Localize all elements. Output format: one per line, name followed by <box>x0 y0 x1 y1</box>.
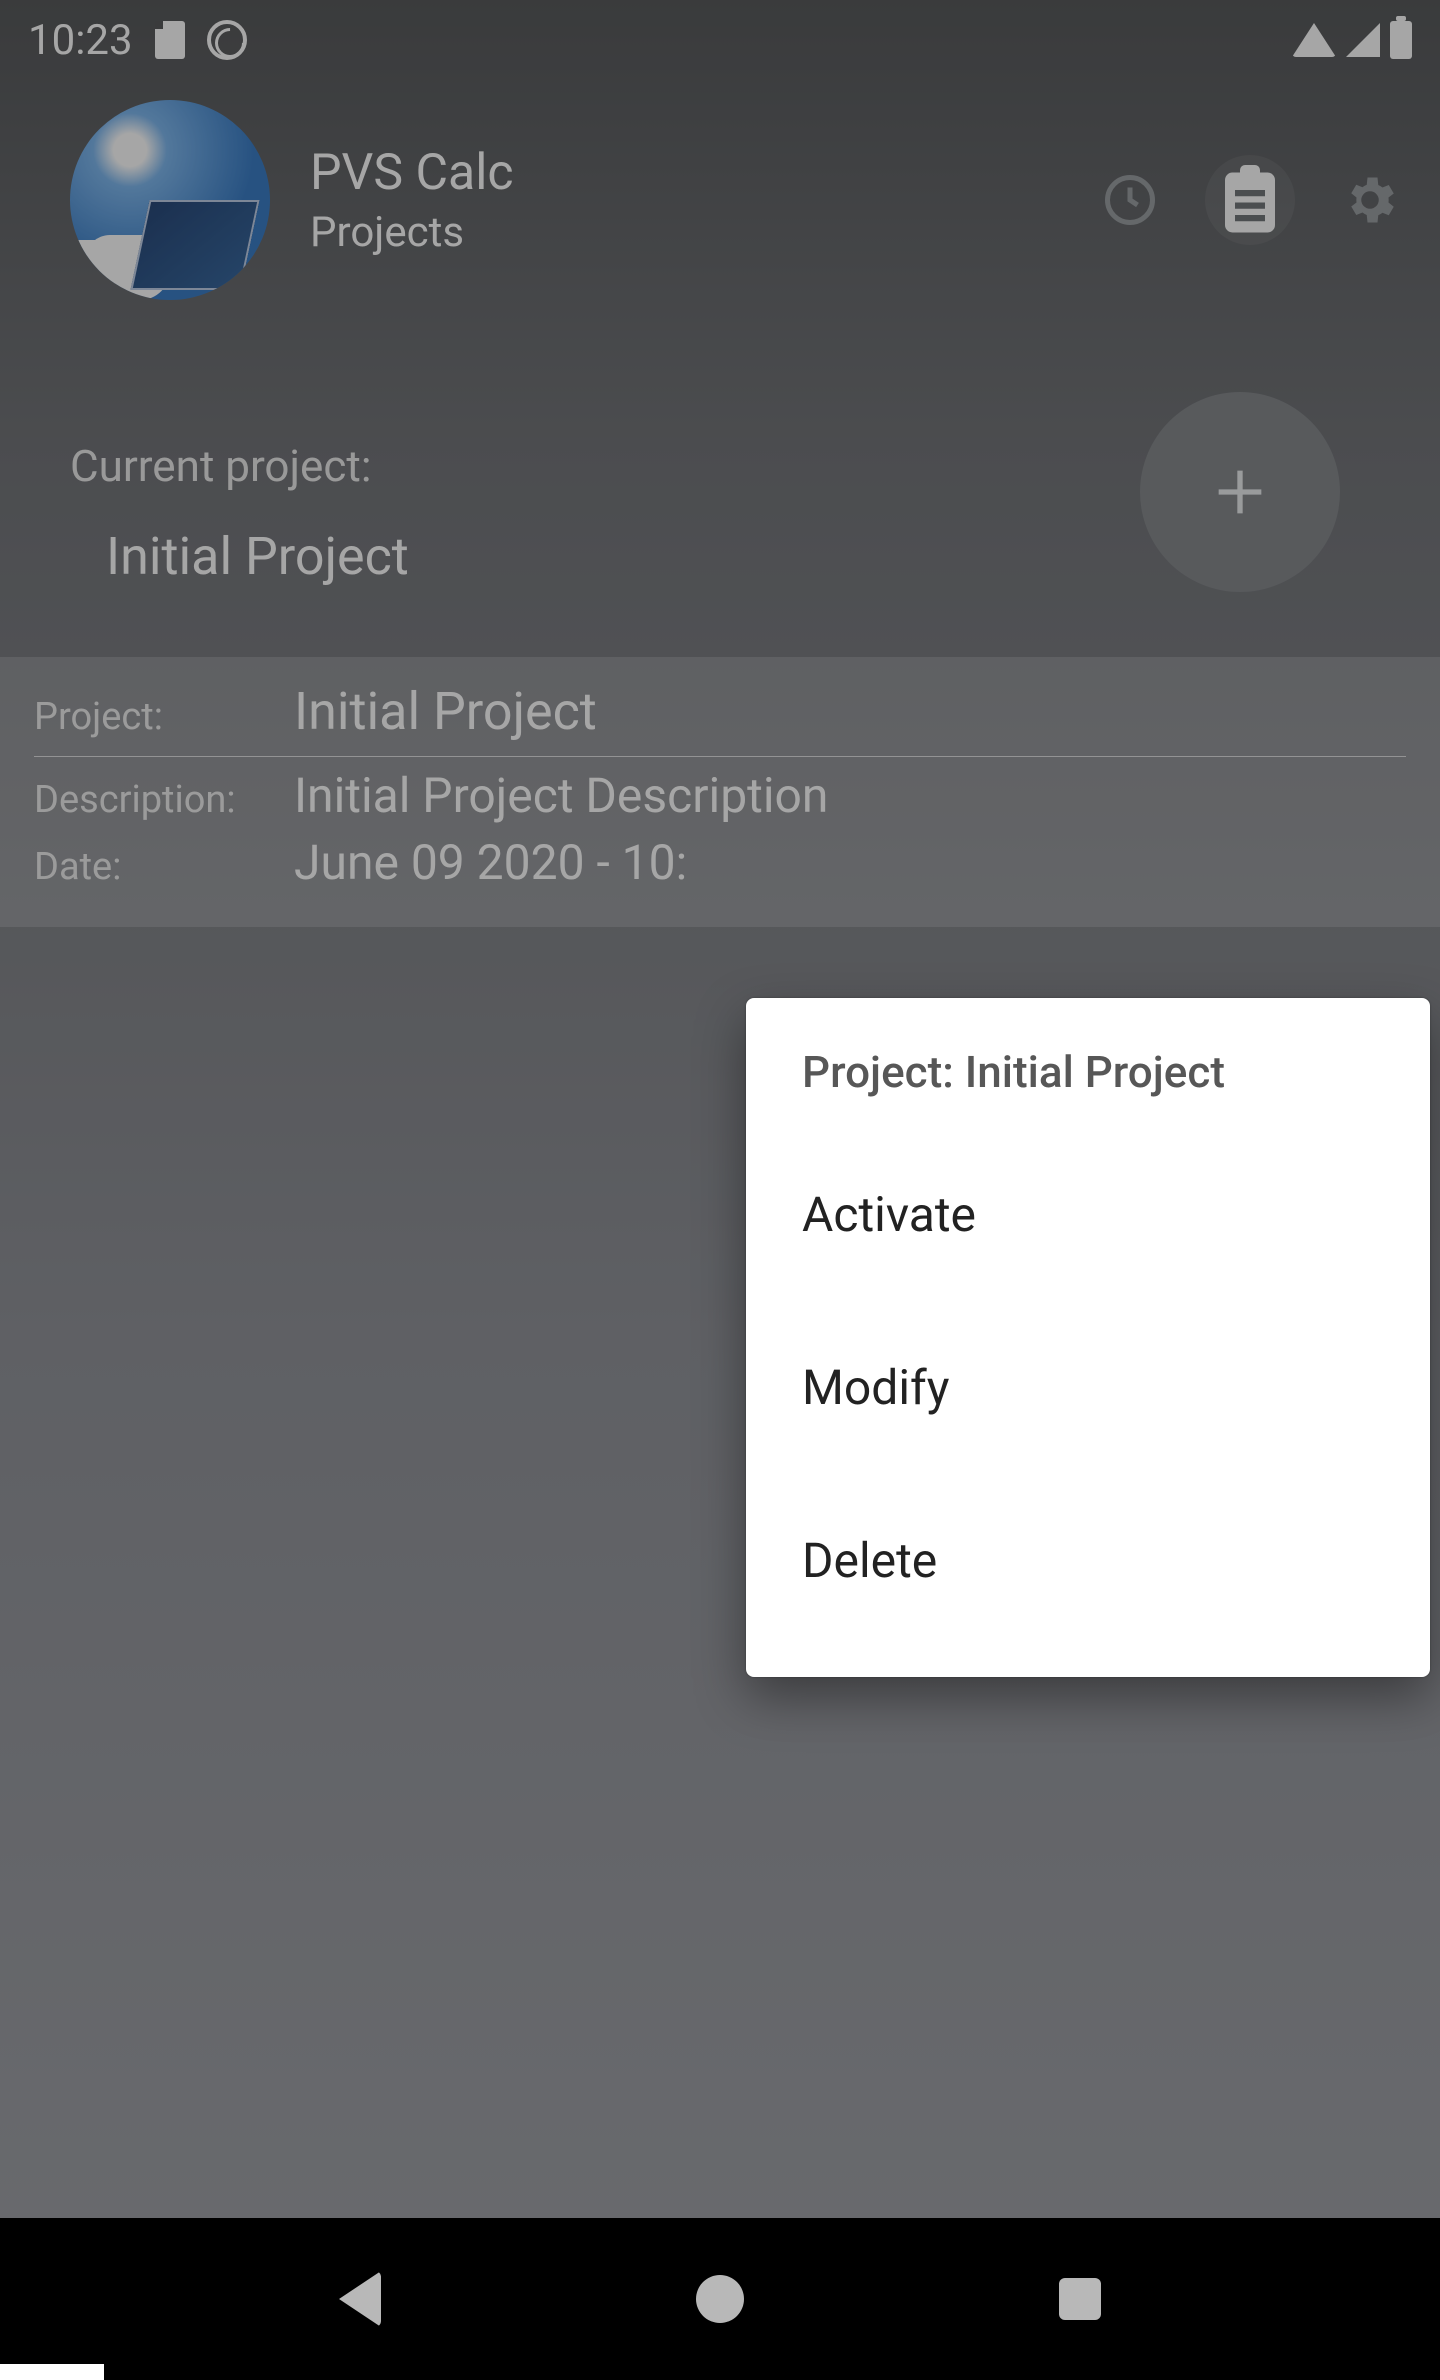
no-sync-icon <box>207 20 247 60</box>
overview-button[interactable] <box>1050 2269 1110 2329</box>
sd-card-icon <box>155 21 185 59</box>
card-divider <box>34 756 1406 757</box>
app-subtitle: Projects <box>310 208 1060 257</box>
add-project-button[interactable] <box>1140 392 1340 592</box>
description-field-value: Initial Project Description <box>294 767 828 824</box>
navigation-bar <box>0 2218 1440 2380</box>
project-field-label: Project: <box>34 695 294 739</box>
battery-icon <box>1390 21 1412 59</box>
date-field-label: Date: <box>34 845 294 889</box>
menu-item-activate[interactable]: Activate <box>746 1128 1430 1301</box>
settings-button[interactable] <box>1340 170 1400 230</box>
current-project-section: Current project: Initial Project <box>0 320 1440 637</box>
back-button[interactable] <box>330 2269 390 2329</box>
wifi-icon <box>1292 23 1336 57</box>
status-bar: 10:23 <box>0 0 1440 80</box>
app-logo <box>70 100 270 300</box>
clipboard-button[interactable] <box>1220 170 1280 230</box>
menu-item-modify[interactable]: Modify <box>746 1301 1430 1474</box>
project-field-value: Initial Project <box>294 681 597 742</box>
history-button[interactable] <box>1100 170 1160 230</box>
menu-item-delete[interactable]: Delete <box>746 1474 1430 1647</box>
signal-icon <box>1346 23 1380 57</box>
app-title: PVS Calc <box>310 144 1060 202</box>
date-field-value: June 09 2020 - 10: <box>294 834 687 891</box>
context-menu: Project: Initial Project Activate Modify… <box>746 998 1430 1677</box>
project-card[interactable]: Project: Initial Project Description: In… <box>0 657 1440 927</box>
app-bar: PVS Calc Projects <box>0 80 1440 320</box>
status-time: 10:23 <box>28 16 133 65</box>
context-menu-title: Project: Initial Project <box>746 1046 1430 1128</box>
description-field-label: Description: <box>34 778 294 822</box>
home-button[interactable] <box>690 2269 750 2329</box>
